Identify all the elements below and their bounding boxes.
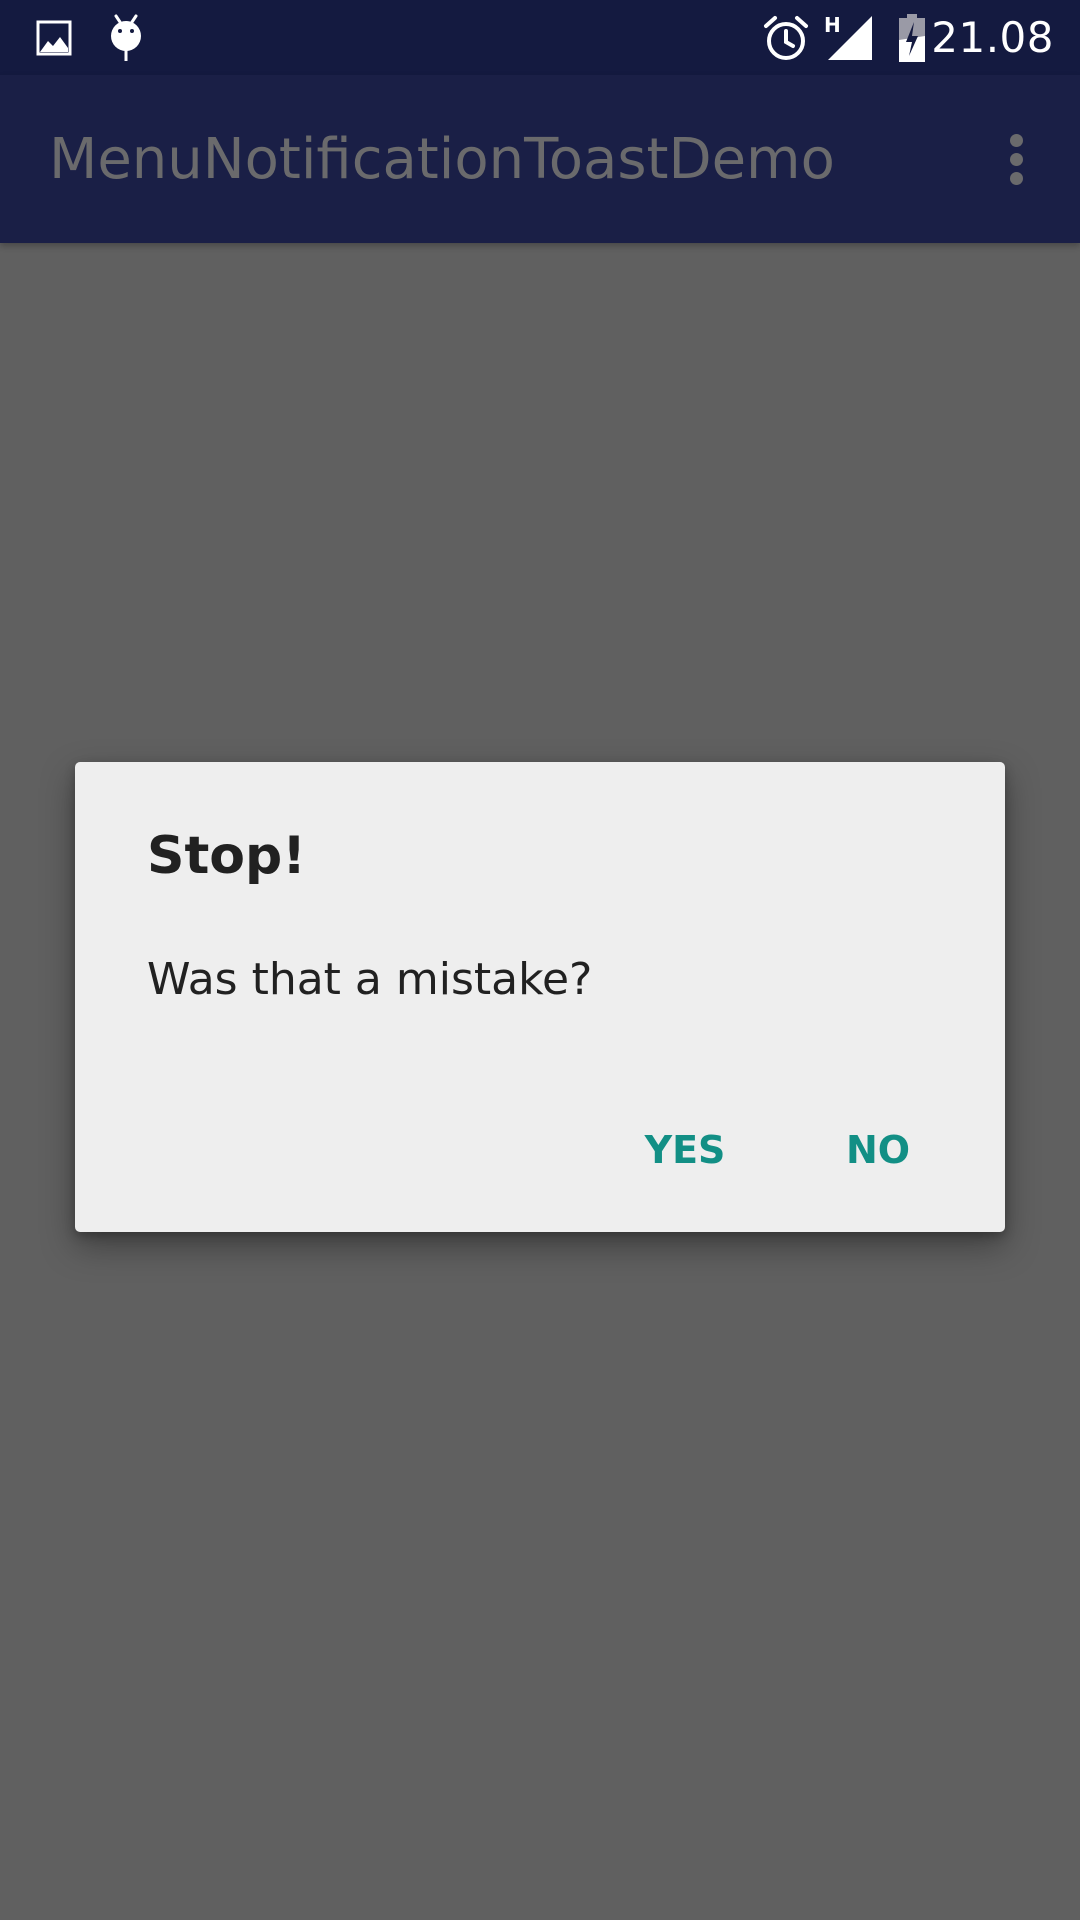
overflow-menu-button[interactable] bbox=[982, 124, 1052, 194]
screen: H 21.08 MenuNotificationToastDemo Stop! … bbox=[0, 0, 1080, 1920]
dialog-message: Was that a mistake? bbox=[147, 954, 593, 1005]
battery-charging-icon bbox=[899, 14, 925, 62]
no-button[interactable]: NO bbox=[808, 1110, 948, 1190]
dialog-title: Stop! bbox=[147, 826, 306, 886]
status-bar: H 21.08 bbox=[0, 0, 1080, 75]
android-debug-icon bbox=[111, 14, 141, 61]
image-notification-icon bbox=[36, 20, 72, 56]
alarm-icon bbox=[764, 16, 808, 60]
yes-button[interactable]: YES bbox=[615, 1110, 755, 1190]
signal-icon bbox=[828, 16, 872, 60]
status-time: 21.08 bbox=[931, 13, 1054, 62]
alert-dialog: Stop! Was that a mistake? YES NO bbox=[75, 762, 1005, 1232]
app-bar: MenuNotificationToastDemo bbox=[0, 75, 1080, 243]
app-title: MenuNotificationToastDemo bbox=[49, 127, 835, 192]
